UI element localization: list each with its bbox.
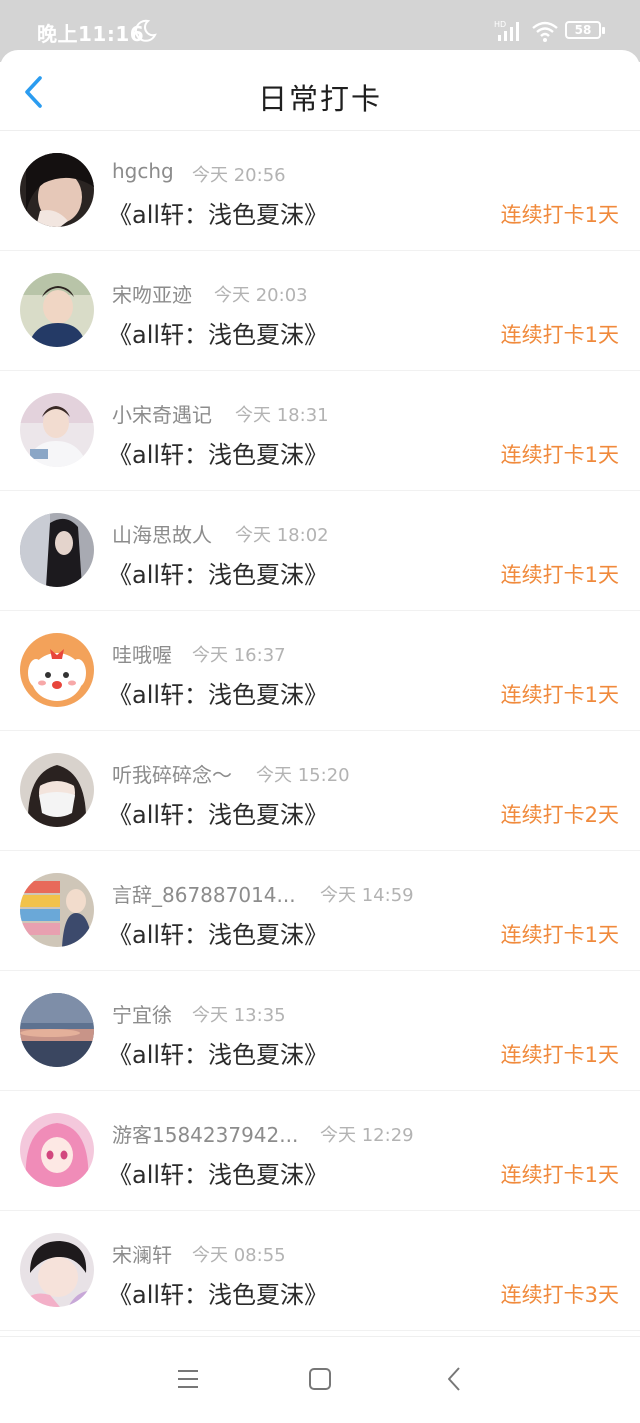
book-title[interactable]: 《all轩：浅色夏沫》 bbox=[108, 195, 328, 230]
post-time: 今天 08:55 bbox=[192, 1245, 286, 1266]
user-name[interactable]: hgchg bbox=[112, 159, 174, 183]
streak-label: 连续打卡1天 bbox=[500, 1043, 619, 1067]
list-item[interactable]: 言辞_867887014... 今天 14:59 《all轩：浅色夏沫》 连续打… bbox=[0, 851, 640, 971]
system-nav-bar bbox=[0, 1336, 640, 1423]
streak-label: 连续打卡1天 bbox=[500, 1163, 619, 1187]
avatar[interactable] bbox=[20, 393, 94, 467]
streak-label: 连续打卡3天 bbox=[500, 1283, 619, 1307]
avatar[interactable] bbox=[20, 993, 94, 1067]
avatar[interactable] bbox=[20, 1233, 94, 1307]
avatar[interactable] bbox=[20, 273, 94, 347]
battery-icon: 58 bbox=[565, 21, 605, 39]
avatar[interactable] bbox=[20, 153, 94, 227]
streak-label: 连续打卡1天 bbox=[500, 683, 619, 707]
book-title[interactable]: 《all轩：浅色夏沫》 bbox=[108, 315, 328, 350]
avatar[interactable] bbox=[20, 633, 94, 707]
menu-icon[interactable] bbox=[172, 1365, 204, 1393]
list-item[interactable]: hgchg 今天 20:56 《all轩：浅色夏沫》 连续打卡1天 bbox=[0, 131, 640, 251]
post-time: 今天 18:02 bbox=[235, 525, 329, 546]
user-name[interactable]: 宁宜徐 bbox=[112, 999, 172, 1028]
list-item[interactable]: 宋澜轩 今天 08:55 《all轩：浅色夏沫》 连续打卡3天 bbox=[0, 1211, 640, 1331]
book-title[interactable]: 《all轩：浅色夏沫》 bbox=[108, 435, 328, 470]
post-time: 今天 14:59 bbox=[320, 885, 414, 906]
post-time: 今天 20:56 bbox=[192, 165, 286, 186]
user-name[interactable]: 游客1584237942... bbox=[112, 1119, 298, 1148]
streak-label: 连续打卡1天 bbox=[500, 563, 619, 587]
list-item[interactable]: 宋吻亚迹 今天 20:03 《all轩：浅色夏沫》 连续打卡1天 bbox=[0, 251, 640, 371]
book-title[interactable]: 《all轩：浅色夏沫》 bbox=[108, 795, 328, 830]
user-name[interactable]: 哇哦喔 bbox=[112, 639, 172, 668]
book-title[interactable]: 《all轩：浅色夏沫》 bbox=[108, 675, 328, 710]
back-triangle-icon[interactable] bbox=[440, 1365, 468, 1393]
post-time: 今天 12:29 bbox=[320, 1125, 414, 1146]
book-title[interactable]: 《all轩：浅色夏沫》 bbox=[108, 1155, 328, 1190]
streak-label: 连续打卡2天 bbox=[500, 803, 619, 827]
user-name[interactable]: 山海思故人 bbox=[112, 519, 212, 548]
post-time: 今天 18:31 bbox=[235, 405, 329, 426]
book-title[interactable]: 《all轩：浅色夏沫》 bbox=[108, 555, 328, 590]
status-time: 晚上11:16 bbox=[37, 22, 145, 46]
list-item[interactable]: 山海思故人 今天 18:02 《all轩：浅色夏沫》 连续打卡1天 bbox=[0, 491, 640, 611]
streak-label: 连续打卡1天 bbox=[500, 323, 619, 347]
book-title[interactable]: 《all轩：浅色夏沫》 bbox=[108, 1035, 328, 1070]
streak-label: 连续打卡1天 bbox=[500, 923, 619, 947]
page-title: 日常打卡 bbox=[257, 82, 382, 116]
list-item[interactable]: 宁宜徐 今天 13:35 《all轩：浅色夏沫》 连续打卡1天 bbox=[0, 971, 640, 1091]
user-name[interactable]: 言辞_867887014... bbox=[112, 879, 296, 908]
post-time: 今天 16:37 bbox=[192, 645, 286, 666]
wifi-icon bbox=[532, 21, 558, 42]
user-name[interactable]: 听我碎碎念～ bbox=[112, 759, 232, 788]
streak-label: 连续打卡1天 bbox=[500, 203, 619, 227]
streak-label: 连续打卡1天 bbox=[500, 443, 619, 467]
post-time: 今天 20:03 bbox=[214, 285, 308, 306]
post-time: 今天 15:20 bbox=[256, 765, 350, 786]
book-title[interactable]: 《all轩：浅色夏沫》 bbox=[108, 915, 328, 950]
list-item[interactable]: 小宋奇遇记 今天 18:31 《all轩：浅色夏沫》 连续打卡1天 bbox=[0, 371, 640, 491]
post-time: 今天 13:35 bbox=[192, 1005, 286, 1026]
battery-level: 58 bbox=[574, 23, 592, 37]
app-header: 日常打卡 bbox=[0, 50, 640, 131]
list-item[interactable]: 游客1584237942... 今天 12:29 《all轩：浅色夏沫》 连续打… bbox=[0, 1091, 640, 1211]
checkin-list: hgchg 今天 20:56 《all轩：浅色夏沫》 连续打卡1天 宋吻亚迹 今… bbox=[0, 131, 640, 1331]
home-square-icon[interactable] bbox=[306, 1365, 334, 1393]
user-name[interactable]: 宋澜轩 bbox=[112, 1239, 172, 1268]
svg-text:HD: HD bbox=[494, 20, 506, 29]
avatar[interactable] bbox=[20, 1113, 94, 1187]
list-item[interactable]: 哇哦喔 今天 16:37 《all轩：浅色夏沫》 连续打卡1天 bbox=[0, 611, 640, 731]
moon-icon bbox=[134, 19, 157, 42]
user-name[interactable]: 小宋奇遇记 bbox=[112, 399, 212, 428]
avatar[interactable] bbox=[20, 873, 94, 947]
book-title[interactable]: 《all轩：浅色夏沫》 bbox=[108, 1275, 328, 1310]
list-item[interactable]: 听我碎碎念～ 今天 15:20 《all轩：浅色夏沫》 连续打卡2天 bbox=[0, 731, 640, 851]
hd-signal-icon: HD bbox=[494, 20, 519, 41]
avatar[interactable] bbox=[20, 513, 94, 587]
user-name[interactable]: 宋吻亚迹 bbox=[112, 279, 192, 308]
avatar[interactable] bbox=[20, 753, 94, 827]
